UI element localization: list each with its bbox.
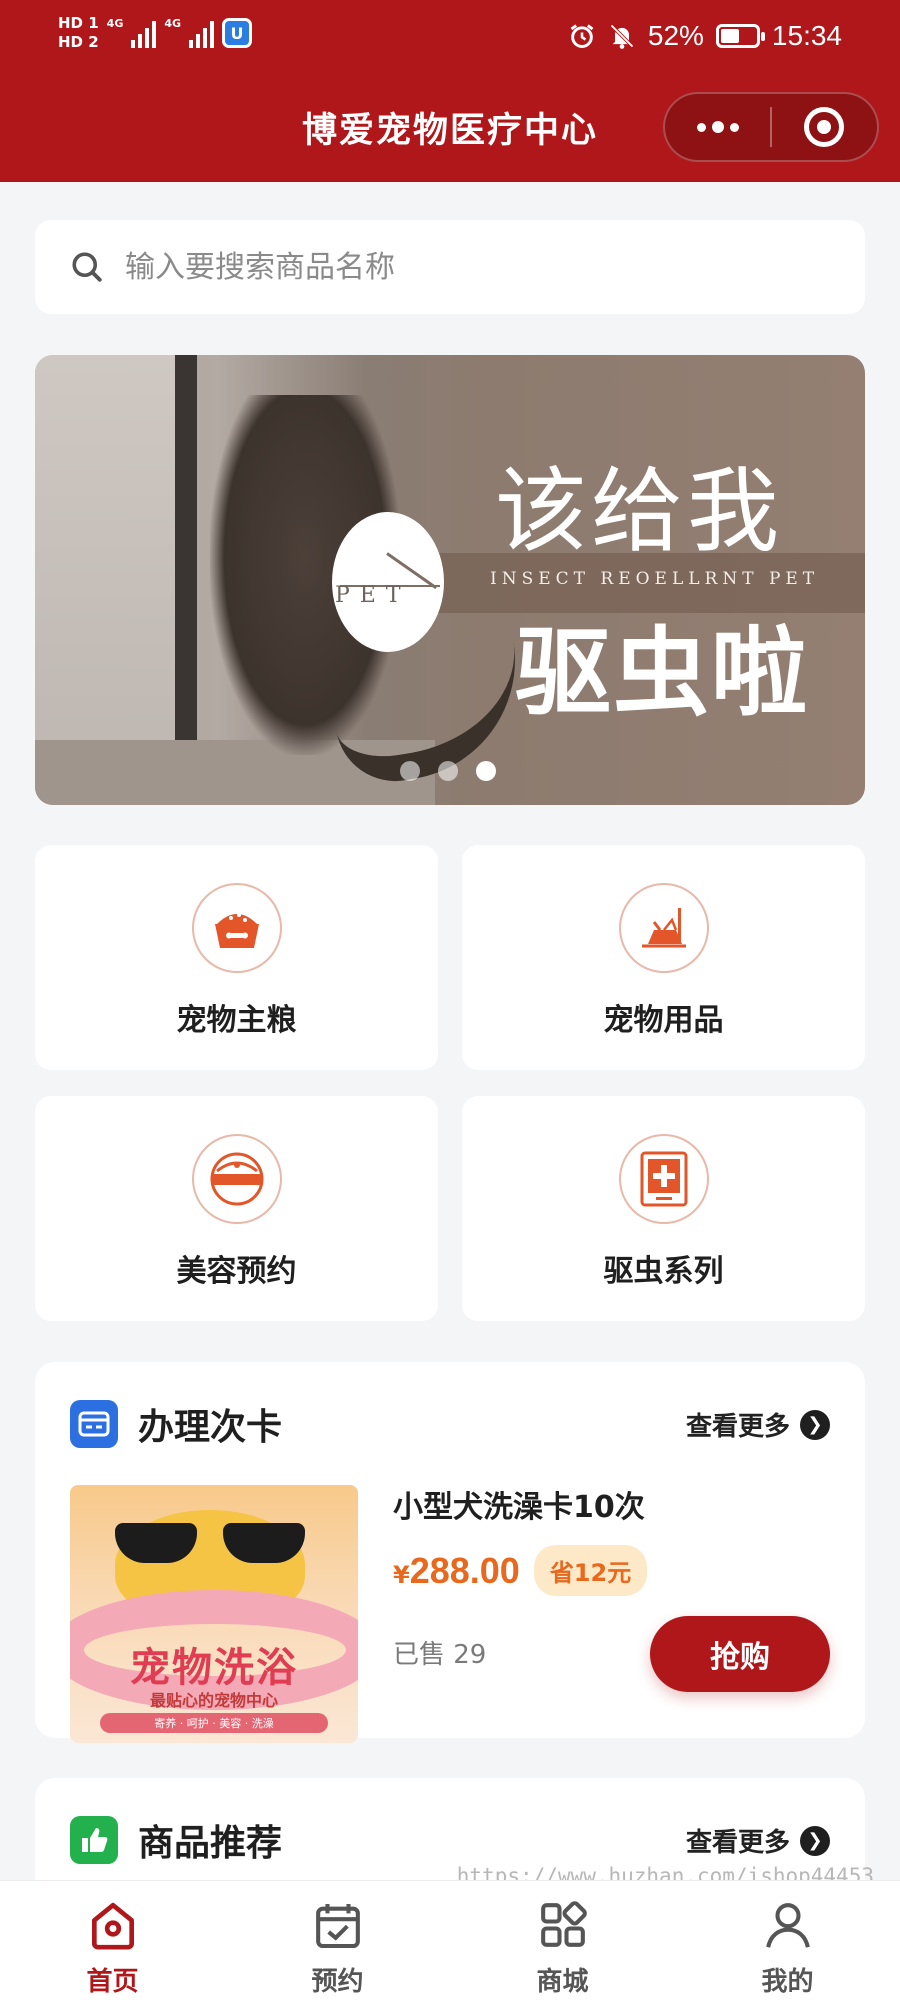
banner-headline-1: 该给我 (495, 458, 784, 565)
sim1-label: HD 1 (58, 14, 99, 32)
target-icon (804, 107, 845, 147)
product-image-title: 宠物洗浴 (130, 1645, 298, 1691)
category-label: 宠物主粮 (176, 1003, 297, 1038)
section-title: 办理次卡 (138, 1407, 283, 1448)
product-image[interactable]: 宠物洗浴 最贴心的宠物中心 寄养 · 呵护 · 美容 · 洗澡 (70, 1485, 358, 1743)
banner-pagination (400, 761, 496, 781)
tab-label: 我的 (761, 1967, 814, 1997)
card-section-header: 办理次卡 (70, 1398, 282, 1450)
search-icon (72, 252, 102, 282)
mute-icon (610, 24, 634, 49)
tab-label: 预约 (311, 1967, 364, 1997)
battery-icon (715, 24, 765, 48)
banner-window-bg (35, 355, 175, 805)
section-title: 商品推荐 (138, 1823, 283, 1864)
tab-label: 商城 (536, 1967, 589, 1997)
search-bar[interactable] (35, 220, 865, 314)
battery-fill (720, 29, 739, 43)
sold-count: 已售 29 (393, 1640, 487, 1670)
more-options-button[interactable] (665, 94, 770, 160)
status-bar: HD 1 HD 2 4G 4G U 52% 15:34 (0, 0, 900, 78)
promo-banner[interactable]: PET 该给我 INSECT REOELLRNT PET 驱虫啦 (35, 355, 865, 805)
banner-headline-2: 驱虫啦 (515, 616, 809, 729)
deworming-icon (619, 1134, 709, 1224)
tab-home[interactable]: 首页 (0, 1881, 225, 2000)
user-icon (765, 1903, 810, 1948)
banner-subtitle: INSECT REOELLRNT PET (490, 569, 820, 589)
pet-food-bowl-icon (192, 883, 282, 973)
product-image-subtitle: 最贴心的宠物中心 (149, 1691, 278, 1710)
product-name[interactable]: 小型犬洗澡卡10次 (393, 1482, 645, 1526)
signal-indicators: HD 1 HD 2 4G 4G U (58, 14, 253, 52)
tab-booking[interactable]: 预约 (225, 1881, 450, 2000)
network-type-2: 4G (164, 16, 182, 30)
category-pet-food[interactable]: 宠物主粮 (35, 845, 438, 1070)
chevron-right-icon: ❯ (800, 1409, 830, 1440)
signal-bars-2-icon (189, 18, 215, 48)
view-more-label: 查看更多 (685, 1412, 790, 1442)
view-more-link[interactable]: 查看更多 ❯ (686, 1406, 830, 1443)
view-more-link[interactable]: 查看更多 ❯ (686, 1822, 830, 1859)
category-label: 驱虫系列 (603, 1254, 724, 1289)
home-icon (91, 1902, 134, 1950)
membership-card-icon (70, 1400, 118, 1448)
sim2-label: HD 2 (58, 33, 99, 51)
status-right: 52% 15:34 (568, 20, 842, 52)
miniprogram-capsule (663, 92, 879, 162)
card-section: 办理次卡 查看更多 ❯ 宠物洗浴 最贴心的宠物中心 寄养 · 呵护 · 美容 ·… (35, 1362, 865, 1743)
calendar-check-icon (315, 1904, 360, 1949)
signal-bars-1-icon (131, 18, 157, 48)
app-header: HD 1 HD 2 4G 4G U 52% 15:34 博爱宠物医疗中心 (0, 0, 900, 182)
search-input[interactable] (125, 249, 825, 285)
banner-dot[interactable] (438, 761, 458, 781)
banner-dot-active[interactable] (476, 761, 496, 781)
category-pet-supplies[interactable]: 宠物用品 (462, 845, 865, 1070)
category-label: 美容预约 (176, 1254, 297, 1289)
price-row: ¥ 288.00 省12元 (393, 1545, 648, 1596)
close-miniprogram-button[interactable] (772, 94, 877, 160)
alarm-icon (570, 24, 594, 48)
pet-logo (332, 512, 444, 652)
product-image-tags: 寄养 · 呵护 · 美容 · 洗澡 (100, 1713, 328, 1733)
discount-badge: 省12元 (533, 1545, 648, 1596)
grid-apps-icon (540, 1901, 587, 1947)
pet-logo-text: PET (335, 583, 411, 608)
pet-supplies-icon (619, 883, 709, 973)
thumbs-up-icon (70, 1816, 118, 1864)
sunglasses-illustration (115, 1523, 305, 1563)
network-type-1: 4G (106, 16, 124, 30)
category-grooming[interactable]: 美容预约 (35, 1096, 438, 1321)
banner-window-frame (175, 355, 197, 805)
bottom-tab-bar: 首页 预约 商城 我的 (0, 1880, 900, 2000)
buy-now-button[interactable]: 抢购 (650, 1616, 830, 1692)
chevron-right-icon: ❯ (800, 1825, 830, 1856)
sim-labels: HD 1 HD 2 (58, 14, 99, 52)
security-app-icon: U (222, 18, 253, 48)
currency-symbol: ¥ (393, 1560, 410, 1589)
battery-percent: 52% (647, 20, 704, 51)
clock: 15:34 (771, 20, 842, 51)
tab-label: 首页 (86, 1967, 139, 1997)
recommend-section-header: 商品推荐 (70, 1814, 282, 1866)
tab-mine[interactable]: 我的 (675, 1881, 900, 2000)
product-price: 288.00 (409, 1549, 520, 1591)
tab-shop[interactable]: 商城 (450, 1881, 675, 2000)
banner-dot[interactable] (400, 761, 420, 781)
category-label: 宠物用品 (603, 1003, 724, 1038)
category-deworming[interactable]: 驱虫系列 (462, 1096, 865, 1321)
grooming-icon (192, 1134, 282, 1224)
view-more-label: 查看更多 (685, 1828, 790, 1858)
